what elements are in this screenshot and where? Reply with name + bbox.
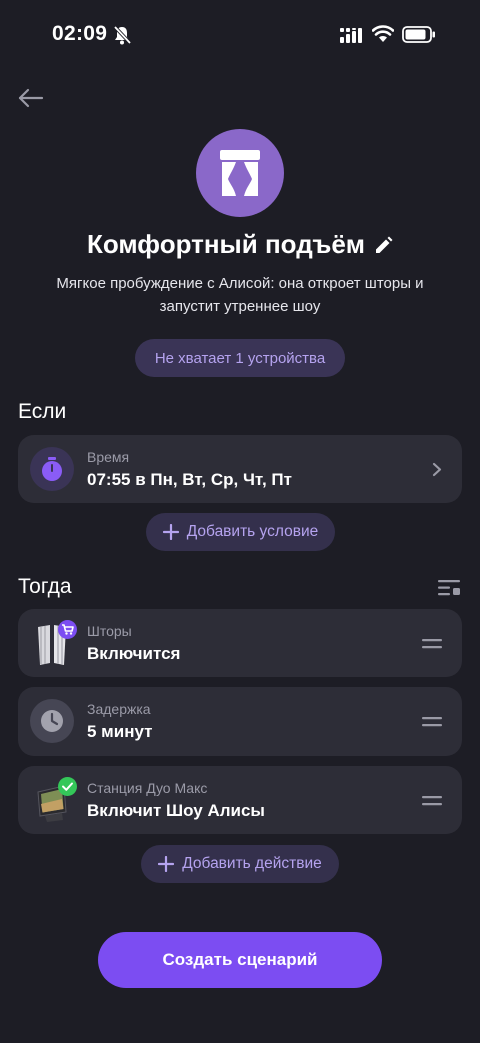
back-button[interactable] (16, 84, 46, 112)
page-title: Комфортный подъём (86, 229, 366, 259)
stopwatch-icon (30, 447, 74, 491)
action-label: Станция Дуо Макс (87, 780, 208, 796)
drag-handle-icon[interactable] (422, 715, 442, 729)
condition-time-card[interactable]: Время 07:55 в Пн, Вт, Ср, Чт, Пт (18, 435, 462, 503)
drag-handle-icon[interactable] (422, 637, 442, 651)
plus-icon (158, 856, 175, 872)
add-condition-label: Добавить условие (186, 523, 319, 540)
action-value: 5 минут (87, 722, 153, 741)
plus-icon (162, 524, 179, 540)
action-curtains-card[interactable]: Шторы Включится (18, 609, 462, 677)
action-label: Шторы (87, 623, 132, 639)
cart-badge-icon (58, 620, 77, 639)
missing-devices-badge[interactable]: Не хватает 1 устройства (135, 339, 345, 377)
condition-label: Время (87, 449, 130, 465)
action-label: Задержка (87, 701, 151, 717)
action-value: Включит Шоу Алисы (87, 801, 265, 820)
action-delay-card[interactable]: Задержка 5 минут (18, 687, 462, 756)
cellular-signal-icon (340, 28, 362, 43)
clock-icon (30, 699, 74, 743)
curtains-icon (220, 150, 260, 196)
wifi-icon (372, 25, 394, 42)
scenario-curtains-icon (196, 129, 284, 217)
create-scenario-button[interactable]: Создать сценарий (98, 932, 382, 988)
add-action-button[interactable]: Добавить действие (141, 845, 339, 883)
check-badge-icon (58, 777, 77, 796)
title-row: Комфортный подъём (0, 229, 480, 260)
status-bar: 02:09 (0, 0, 480, 70)
add-condition-button[interactable]: Добавить условие (146, 513, 335, 551)
action-value: Включится (87, 644, 181, 663)
battery-icon (402, 26, 435, 43)
drag-handle-icon[interactable] (422, 794, 442, 808)
chevron-right-icon (432, 462, 442, 477)
condition-value: 07:55 в Пн, Вт, Ср, Чт, Пт (87, 470, 292, 489)
if-section-title: Если (18, 400, 67, 423)
bell-off-icon (113, 25, 131, 45)
scenario-description: Мягкое пробуждение с Алисой: она откроет… (56, 275, 424, 315)
pencil-edit-icon[interactable] (373, 236, 393, 256)
add-action-label: Добавить действие (182, 855, 322, 872)
action-station-card[interactable]: Станция Дуо Макс Включит Шоу Алисы (18, 766, 462, 834)
reorder-list-icon[interactable] (438, 580, 462, 596)
then-section-title: Тогда (18, 575, 72, 598)
status-time: 02:09 (52, 22, 108, 45)
